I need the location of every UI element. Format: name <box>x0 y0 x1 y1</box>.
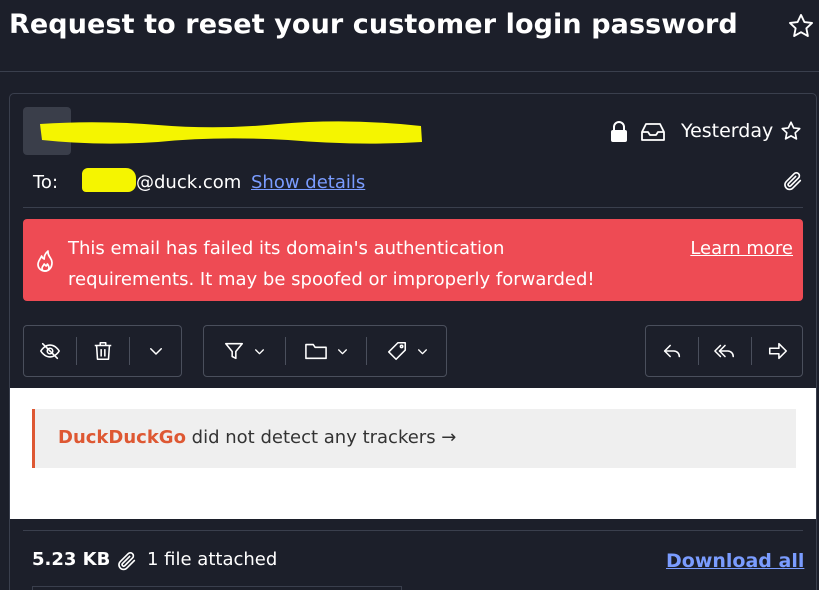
divider <box>23 530 803 531</box>
toolbar-group-organize <box>203 325 447 377</box>
paperclip-icon <box>784 171 802 191</box>
divider <box>23 207 803 208</box>
fire-icon <box>37 250 53 272</box>
sender-redaction <box>40 121 422 144</box>
filter-icon <box>224 342 244 360</box>
spoof-warning-text: This email has failed its domain's authe… <box>68 238 595 290</box>
trash-icon <box>94 341 112 361</box>
learn-more-link[interactable]: Learn more <box>690 233 793 264</box>
label-button[interactable] <box>367 326 447 376</box>
chevron-down-icon <box>417 348 427 354</box>
reply-icon <box>663 344 681 358</box>
show-details-link[interactable]: Show details <box>251 172 365 193</box>
attachment-count: 1 file attached <box>147 549 278 570</box>
reply-all-button[interactable] <box>699 326 751 376</box>
lock-icon[interactable] <box>608 120 630 144</box>
tracker-message: did not detect any trackers → <box>191 427 457 448</box>
spoof-warning-banner: This email has failed its domain's authe… <box>23 219 803 301</box>
page-title: Request to reset your customer login pas… <box>9 9 738 40</box>
delete-button[interactable] <box>77 326 129 376</box>
filter-button[interactable] <box>204 326 285 376</box>
message-body: DuckDuckGo did not detect any trackers → <box>10 388 816 519</box>
recipient-address: @duck.com <box>136 172 242 193</box>
toolbar-group-reply <box>645 325 803 377</box>
more-actions-button[interactable] <box>130 326 182 376</box>
chevron-down-icon <box>337 348 347 354</box>
download-all-link[interactable]: Download all <box>666 550 804 572</box>
attachment-size: 5.23 KB <box>32 549 111 570</box>
move-to-folder-button[interactable] <box>286 326 366 376</box>
reply-button[interactable] <box>646 326 698 376</box>
recipient-redaction <box>82 168 136 192</box>
message-date: Yesterday <box>681 120 774 142</box>
chevron-down-icon <box>150 348 162 355</box>
subject-header: Request to reset your customer login pas… <box>0 0 819 72</box>
tracker-notice[interactable]: DuckDuckGo did not detect any trackers → <box>32 409 796 468</box>
reply-all-icon <box>714 344 735 358</box>
mark-unread-button[interactable] <box>24 326 76 376</box>
attachment-item[interactable] <box>32 586 402 590</box>
star-icon[interactable] <box>787 12 815 40</box>
paperclip-icon <box>118 551 136 571</box>
folder-icon <box>304 343 327 360</box>
toolbar-group-actions <box>23 325 182 377</box>
to-label: To: <box>33 172 59 193</box>
chevron-down-icon <box>255 348 264 354</box>
forward-button[interactable] <box>752 326 804 376</box>
forward-icon <box>768 342 788 360</box>
eye-slash-icon <box>39 342 61 360</box>
tag-icon <box>387 341 406 361</box>
message-card: Yesterday To: @duck.com Show details Thi… <box>9 93 817 590</box>
inbox-icon[interactable] <box>640 122 666 142</box>
tracker-brand: DuckDuckGo <box>58 427 186 448</box>
tracker-notice-text: DuckDuckGo did not detect any trackers → <box>58 427 456 448</box>
star-icon[interactable] <box>780 120 802 142</box>
